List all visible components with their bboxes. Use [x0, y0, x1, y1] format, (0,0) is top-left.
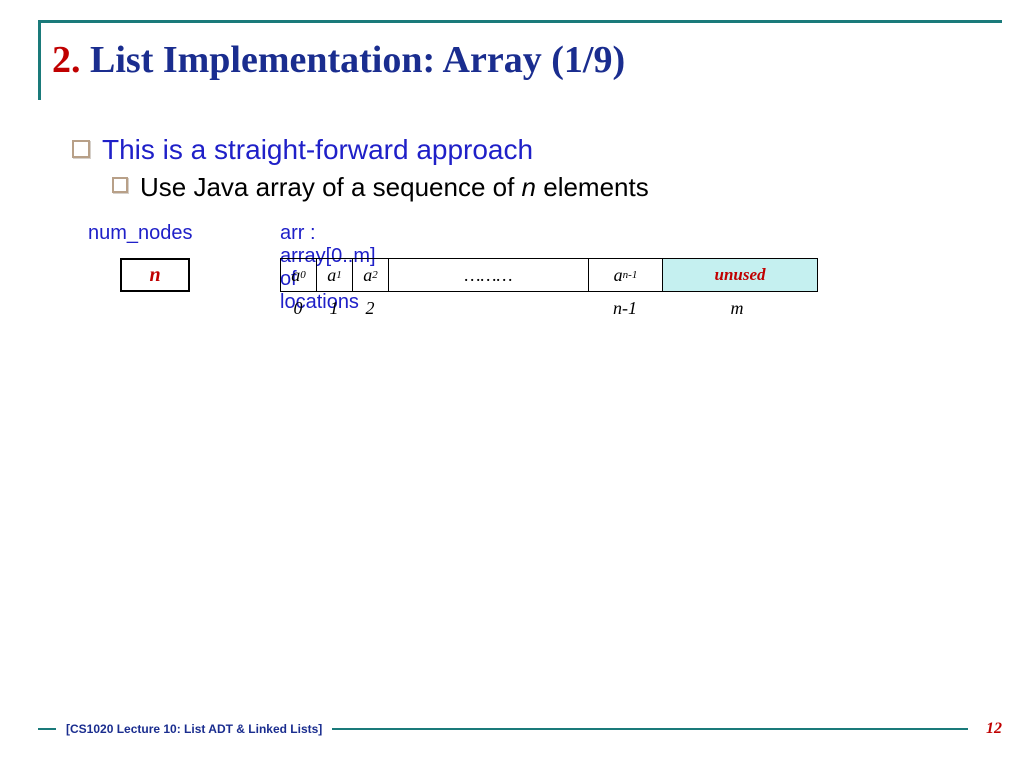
bullet-2-text: Use Java array of a sequence of n elemen… — [140, 172, 649, 203]
idx-1: 1 — [316, 298, 352, 319]
cell-a0: a0 — [281, 259, 317, 291]
cell-a2: a2 — [353, 259, 389, 291]
idx-m: m — [662, 298, 816, 319]
page-number: 12 — [986, 720, 1002, 738]
bullet-2-pre: Use Java array of a sequence of — [140, 172, 522, 202]
cell-a1: a1 — [317, 259, 353, 291]
title-number: 2. — [52, 39, 81, 81]
cell-dots: ……… — [389, 259, 589, 291]
array-row: a0 a1 a2 ……… an-1 unused — [280, 258, 818, 292]
n-box: n — [120, 258, 190, 292]
bullet-2-n: n — [522, 172, 536, 202]
index-row: 0 1 2 n-1 m — [280, 298, 816, 319]
idx-2: 2 — [352, 298, 388, 319]
footer-line — [332, 728, 968, 730]
cell-unused: unused — [663, 259, 817, 291]
bullet-2-post: elements — [536, 172, 649, 202]
idx-n1: n-1 — [588, 298, 662, 319]
footer-dash-icon — [38, 728, 56, 730]
idx-blank — [388, 298, 588, 319]
footer: [CS1020 Lecture 10: List ADT & Linked Li… — [38, 720, 1002, 738]
bullet-1-text: This is a straight-forward approach — [102, 134, 533, 166]
bullet-icon — [72, 140, 90, 158]
idx-0: 0 — [280, 298, 316, 319]
slide-title: 2. List Implementation: Array (1/9) — [52, 38, 625, 82]
bullet-1: This is a straight-forward approach — [72, 134, 533, 166]
title-text: List Implementation: Array (1/9) — [81, 39, 626, 81]
footer-text: [CS1020 Lecture 10: List ADT & Linked Li… — [66, 722, 322, 736]
bullet-2: Use Java array of a sequence of n elemen… — [112, 172, 649, 203]
cell-an: an-1 — [589, 259, 663, 291]
num-nodes-label: num_nodes — [88, 222, 193, 245]
bullet-icon — [112, 177, 128, 193]
